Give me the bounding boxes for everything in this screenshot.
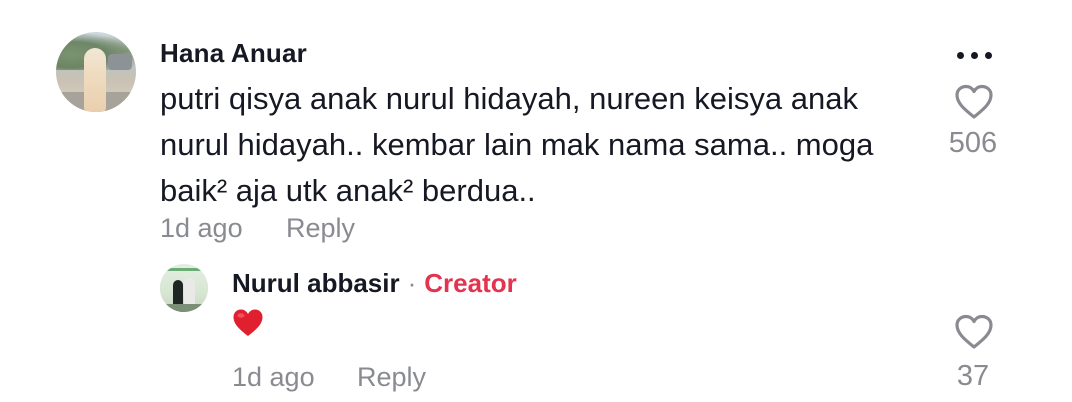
dot bbox=[956, 51, 964, 59]
heart-outline-icon bbox=[955, 84, 993, 119]
heart-outline-icon bbox=[955, 314, 993, 349]
commenter-username[interactable]: Hana Anuar bbox=[160, 38, 307, 69]
dot bbox=[970, 51, 978, 59]
avatar-bg-text bbox=[164, 268, 204, 279]
separator-dot: · bbox=[407, 268, 417, 298]
more-options-icon[interactable] bbox=[952, 48, 996, 62]
red-heart-emoji-icon bbox=[233, 309, 263, 336]
reply-timestamp: 1d ago bbox=[232, 362, 315, 392]
reply-text bbox=[232, 308, 264, 338]
reply-username[interactable]: Nurul abbasir bbox=[232, 268, 400, 299]
comment-like-count: 506 bbox=[948, 127, 998, 159]
dot bbox=[984, 51, 992, 59]
avatar-person bbox=[84, 48, 106, 112]
reply-header: Nurul abbasir · Creator bbox=[232, 268, 517, 299]
comment-like-heart-icon[interactable] bbox=[954, 84, 994, 120]
creator-badge: Creator bbox=[424, 268, 517, 298]
avatar-bg-ground bbox=[160, 304, 208, 312]
reply-like-count: 37 bbox=[956, 360, 990, 392]
avatar-bg-car bbox=[108, 54, 132, 70]
reply-reply-button[interactable]: Reply bbox=[357, 362, 426, 393]
comment-reply-button[interactable]: Reply bbox=[286, 213, 355, 244]
reply-like-heart-icon[interactable] bbox=[954, 314, 994, 350]
comment-text: putri qisya anak nurul hidayah, nureen k… bbox=[160, 81, 874, 208]
commenter-avatar[interactable] bbox=[56, 32, 136, 112]
comment-timestamp: 1d ago bbox=[160, 213, 243, 243]
creator-avatar[interactable] bbox=[160, 264, 208, 312]
